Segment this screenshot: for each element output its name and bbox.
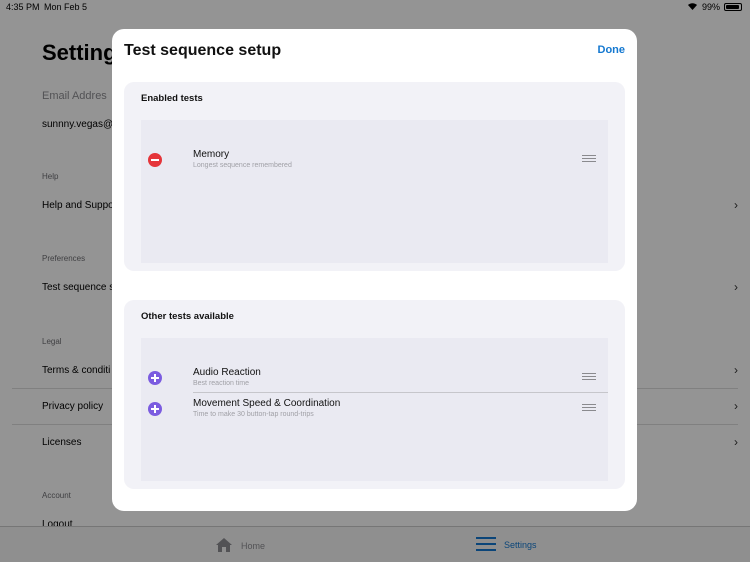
enabled-tests-header: Enabled tests	[141, 93, 203, 104]
plus-circle-icon[interactable]	[148, 371, 162, 385]
done-button[interactable]: Done	[598, 44, 626, 56]
available-tests-header: Other tests available	[141, 311, 234, 322]
minus-circle-icon[interactable]	[148, 153, 162, 167]
list-item[interactable]: Movement Speed & Coordination Time to ma…	[141, 393, 608, 424]
available-tests-list: Audio Reaction Best reaction time Moveme…	[141, 338, 608, 481]
drag-handle-icon[interactable]	[582, 155, 596, 163]
test-name: Memory	[193, 149, 230, 160]
drag-handle-icon[interactable]	[582, 373, 596, 381]
test-subtitle: Time to make 30 button-tap round-trips	[193, 411, 314, 418]
modal-title: Test sequence setup	[124, 42, 282, 59]
enabled-tests-list: Memory Longest sequence remembered	[141, 120, 608, 263]
plus-circle-icon[interactable]	[148, 402, 162, 416]
list-item[interactable]: Memory Longest sequence remembered	[141, 144, 608, 175]
list-item[interactable]: Audio Reaction Best reaction time	[141, 362, 608, 393]
enabled-tests-card: Enabled tests Memory Longest sequence re…	[124, 82, 625, 271]
test-subtitle: Longest sequence remembered	[193, 162, 292, 169]
test-sequence-modal: Test sequence setup Done Enabled tests M…	[112, 29, 637, 511]
drag-handle-icon[interactable]	[582, 404, 596, 412]
test-name: Movement Speed & Coordination	[193, 398, 341, 409]
available-tests-card: Other tests available Audio Reaction Bes…	[124, 300, 625, 489]
test-subtitle: Best reaction time	[193, 380, 250, 387]
test-name: Audio Reaction	[193, 367, 261, 378]
